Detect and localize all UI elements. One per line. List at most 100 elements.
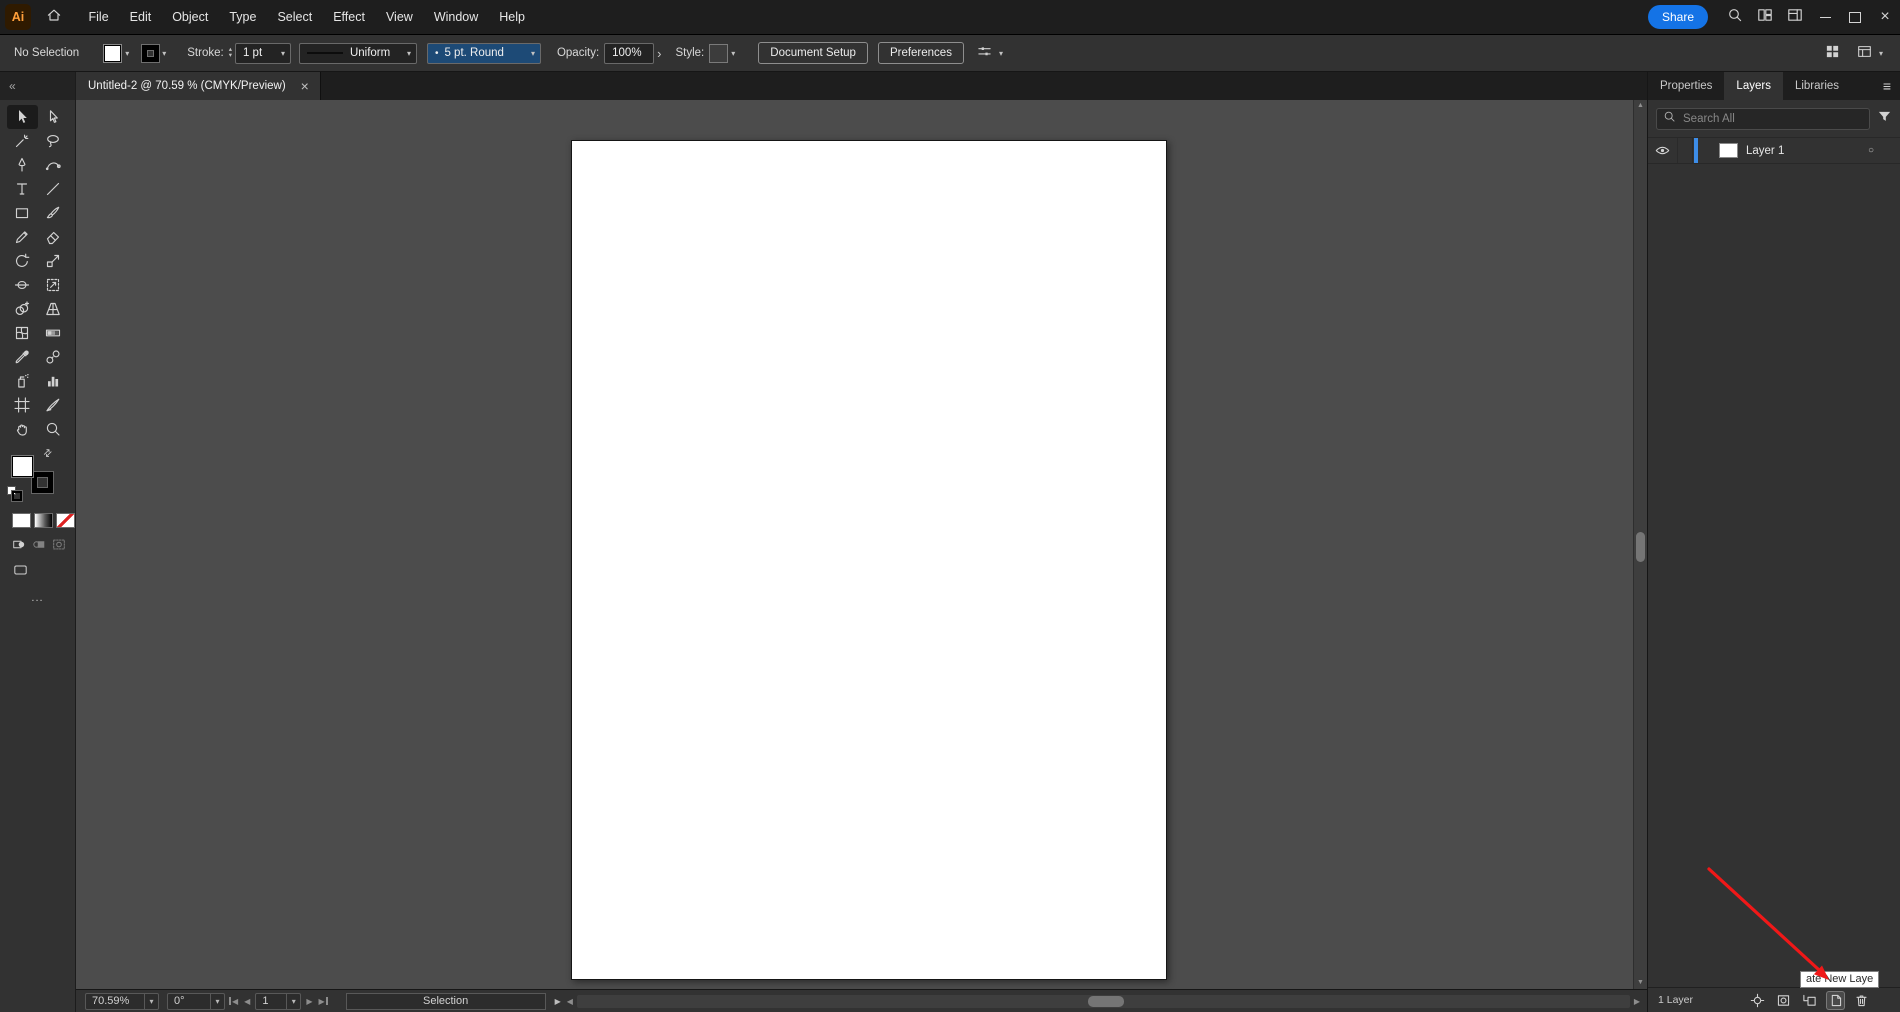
color-button[interactable] xyxy=(12,513,31,528)
fill-color-swatch[interactable] xyxy=(11,455,34,478)
horizontal-scroll-track[interactable] xyxy=(576,994,1630,1008)
none-button[interactable] xyxy=(56,513,75,528)
opacity-panel-chevron-icon[interactable]: › xyxy=(657,46,661,61)
create-new-layer-icon[interactable] xyxy=(1827,991,1844,1009)
chevron-down-icon[interactable]: ▾ xyxy=(210,993,224,1009)
first-artboard-button[interactable]: ◀ xyxy=(228,997,238,1006)
curvature-tool[interactable] xyxy=(38,153,69,177)
layer-lock-toggle[interactable] xyxy=(1678,138,1693,163)
chevron-down-icon[interactable]: ▾ xyxy=(144,993,158,1009)
width-tool[interactable] xyxy=(7,273,38,297)
blend-tool[interactable] xyxy=(38,345,69,369)
chevron-down-icon[interactable]: ▾ xyxy=(286,993,300,1009)
lasso-tool[interactable] xyxy=(38,129,69,153)
layout-options-icon[interactable] xyxy=(1854,44,1876,62)
magic-wand-tool[interactable] xyxy=(7,129,38,153)
chevron-down-icon[interactable]: ▾ xyxy=(122,49,132,58)
last-artboard-button[interactable]: ▶ xyxy=(318,997,328,1006)
draw-normal-icon[interactable] xyxy=(12,538,29,552)
edit-toolbar-button[interactable]: ... xyxy=(0,592,75,604)
collapse-toolbar-icon[interactable]: « xyxy=(9,79,16,93)
chevron-down-icon[interactable]: ▾ xyxy=(278,49,288,58)
rotate-tool[interactable] xyxy=(7,249,38,273)
chevron-down-icon[interactable]: ▾ xyxy=(159,49,169,58)
swap-fill-stroke-icon[interactable]: ⇄ xyxy=(41,447,55,461)
make-clip-mask-icon[interactable] xyxy=(1775,992,1792,1009)
preferences-button[interactable]: Preferences xyxy=(877,42,964,64)
locate-object-icon[interactable] xyxy=(1749,992,1766,1009)
layer-row[interactable]: Layer 1 ○ xyxy=(1648,138,1900,164)
perspective-grid-tool[interactable] xyxy=(38,297,69,321)
menu-effect[interactable]: Effect xyxy=(323,0,376,34)
layer-name[interactable]: Layer 1 xyxy=(1746,145,1868,157)
menu-edit[interactable]: Edit xyxy=(119,0,162,34)
mesh-tool[interactable] xyxy=(7,321,38,345)
fill-swatch[interactable] xyxy=(103,43,123,63)
artboard[interactable] xyxy=(571,140,1167,980)
stroke-weight-select[interactable]: 1 pt ▾ xyxy=(234,42,291,64)
maximize-button[interactable] xyxy=(1840,0,1870,34)
selection-tool[interactable] xyxy=(6,105,38,129)
menu-select[interactable]: Select xyxy=(267,0,323,34)
stroke-swatch[interactable] xyxy=(142,44,160,62)
pencil-tool[interactable] xyxy=(7,225,38,249)
prev-artboard-button[interactable]: ◀ xyxy=(244,997,250,1006)
layer-visibility-toggle[interactable] xyxy=(1648,138,1678,163)
document-setup-button[interactable]: Document Setup xyxy=(758,42,868,64)
eyedropper-tool[interactable] xyxy=(7,345,38,369)
tab-properties[interactable]: Properties xyxy=(1648,72,1724,100)
new-sublayer-icon[interactable] xyxy=(1801,992,1818,1009)
zoom-select[interactable]: 70.59% ▾ xyxy=(85,992,159,1010)
type-tool[interactable] xyxy=(7,177,38,201)
close-button[interactable]: × xyxy=(1870,0,1900,34)
menu-file[interactable]: File xyxy=(78,0,119,34)
screen-mode-button[interactable] xyxy=(12,563,30,577)
menu-type[interactable]: Type xyxy=(219,0,267,34)
width-profile-select[interactable]: Uniform ▾ xyxy=(298,42,417,64)
default-fill-stroke-icon[interactable] xyxy=(7,486,22,501)
artboard-select[interactable]: 1 ▾ xyxy=(255,992,302,1010)
settings-sliders-icon[interactable] xyxy=(974,44,996,62)
chevron-down-icon[interactable]: ▾ xyxy=(996,49,1006,58)
chevron-down-icon[interactable]: ▾ xyxy=(528,49,538,58)
hand-tool[interactable] xyxy=(7,417,38,441)
filter-icon[interactable] xyxy=(1877,109,1892,129)
artboard-tool[interactable] xyxy=(7,393,38,417)
menu-window[interactable]: Window xyxy=(423,0,488,34)
layer-target-icon[interactable]: ○ xyxy=(1868,145,1874,156)
search-icon[interactable] xyxy=(1720,7,1750,28)
line-segment-tool[interactable] xyxy=(38,177,69,201)
panel-menu-icon[interactable]: ≡ xyxy=(1874,72,1900,100)
document-tab[interactable]: Untitled-2 @ 70.59 % (CMYK/Preview) × xyxy=(76,72,321,100)
zoom-tool[interactable] xyxy=(38,417,69,441)
layer-thumbnail[interactable] xyxy=(1719,143,1738,158)
status-flyout-icon[interactable]: ▶ xyxy=(555,997,561,1006)
next-artboard-button[interactable]: ▶ xyxy=(306,997,312,1006)
fill-color-control[interactable]: ▾ xyxy=(103,43,132,63)
arrange-documents-icon[interactable] xyxy=(1750,7,1780,28)
shape-builder-tool[interactable] xyxy=(7,297,38,321)
canvas[interactable]: ▲ ▼ xyxy=(76,100,1647,989)
pen-tool[interactable] xyxy=(7,153,38,177)
gradient-tool[interactable] xyxy=(38,321,69,345)
chevron-down-icon[interactable]: ▾ xyxy=(404,49,414,58)
scroll-up-icon[interactable]: ▲ xyxy=(1634,100,1647,112)
vertical-scrollbar[interactable]: ▲ ▼ xyxy=(1633,100,1647,989)
draw-inside-icon[interactable] xyxy=(52,538,69,552)
minimize-button[interactable] xyxy=(1810,0,1840,34)
stroke-color-control[interactable]: ▾ xyxy=(142,44,169,62)
layers-search-box[interactable] xyxy=(1656,108,1870,130)
vertical-scroll-thumb[interactable] xyxy=(1636,532,1645,562)
eraser-tool[interactable] xyxy=(38,225,69,249)
grid-view-icon[interactable] xyxy=(1822,44,1844,62)
draw-behind-icon[interactable] xyxy=(32,538,49,552)
illustrator-app-icon[interactable]: Ai xyxy=(5,4,31,30)
menu-object[interactable]: Object xyxy=(162,0,219,34)
stroke-color-swatch[interactable] xyxy=(32,472,53,493)
graphic-style-select[interactable]: ▾ xyxy=(709,43,738,63)
chevron-down-icon[interactable]: ▾ xyxy=(728,49,738,58)
menu-help[interactable]: Help xyxy=(489,0,536,34)
menu-view[interactable]: View xyxy=(375,0,423,34)
delete-icon[interactable] xyxy=(1853,992,1870,1009)
slice-tool[interactable] xyxy=(38,393,69,417)
